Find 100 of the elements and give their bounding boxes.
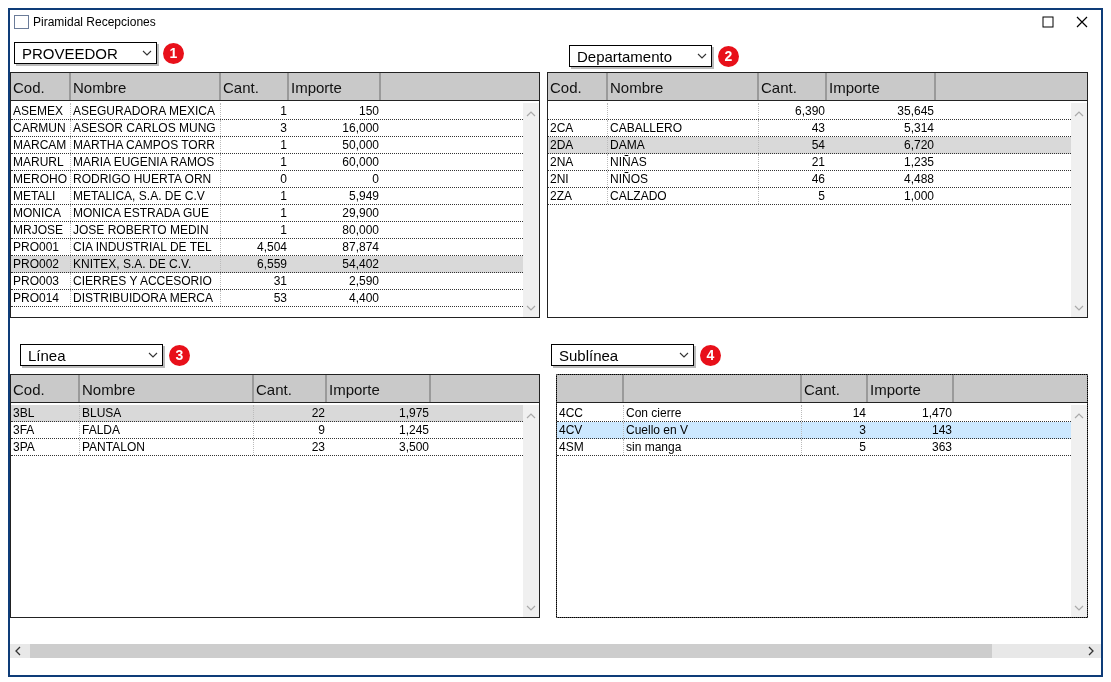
vertical-scrollbar[interactable] <box>1071 405 1087 617</box>
column-header[interactable]: Importe <box>327 375 431 402</box>
table-cell: CIA INDUSTRIAL DE TEL <box>71 239 221 255</box>
chevron-down-icon <box>679 352 689 358</box>
table-row[interactable]: 6,390 35,645 <box>548 103 1071 120</box>
table-cell-text: 3,500 <box>397 439 430 455</box>
vertical-scrollbar[interactable] <box>523 103 539 317</box>
column-header[interactable]: Cant. <box>254 375 327 402</box>
table-row[interactable]: CARMUN ASESOR CARLOS MUNG 3 16,000 <box>11 120 523 137</box>
table-row[interactable]: MRJOSE JOSE ROBERTO MEDIN 1 80,000 <box>11 222 523 239</box>
table-cell-text: 54,402 <box>341 256 380 272</box>
table-row[interactable]: PRO002 KNITEX, S.A. DE C.V. 6,559 54,402 <box>11 256 523 273</box>
table-row[interactable]: MARCAM MARTHA CAMPOS TORR 1 50,000 <box>11 137 523 154</box>
table-cell: Con cierre <box>624 405 802 421</box>
table-cell-text: 1,470 <box>920 405 953 421</box>
dropdown[interactable]: Sublínea <box>551 344 694 366</box>
table-cell-text: 6,390 <box>793 103 826 119</box>
table-cell-text: 35,645 <box>896 103 935 119</box>
table-cell-text: 4,400 <box>347 290 380 306</box>
table-cell-text: 2,590 <box>347 273 380 289</box>
column-header[interactable]: Nombre <box>71 73 221 100</box>
column-header[interactable]: Importe <box>289 73 381 100</box>
column-header[interactable]: Cod. <box>11 375 80 402</box>
table-row[interactable]: MONICA MONICA ESTRADA GUE 1 29,900 <box>11 205 523 222</box>
scroll-left-icon[interactable] <box>14 646 22 656</box>
column-header[interactable]: Cod. <box>548 73 608 100</box>
column-header[interactable]: Importe <box>868 375 954 402</box>
table-cell: CARMUN <box>11 120 71 136</box>
maximize-icon[interactable] <box>1042 16 1054 28</box>
table-cell: NIÑAS <box>608 154 759 170</box>
scroll-right-icon[interactable] <box>1087 646 1095 656</box>
table-row[interactable]: 3FA FALDA 9 1,245 <box>11 422 523 439</box>
column-header[interactable]: Cant. <box>221 73 289 100</box>
table-row[interactable]: 2DA DAMA 54 6,720 <box>548 137 1071 154</box>
table-cell-text: 4,488 <box>902 171 935 187</box>
number-badge: 1 <box>163 42 184 64</box>
table-cell-text: 5 <box>858 439 867 455</box>
table-cell-text: 60,000 <box>341 154 380 170</box>
table-cell: 4CV <box>557 422 624 438</box>
dropdown[interactable]: Línea <box>20 344 163 366</box>
table-row[interactable]: 3BL BLUSA 22 1,975 <box>11 405 523 422</box>
table-cell: METALICA, S.A. DE C.V <box>71 188 221 204</box>
chevron-down-icon <box>142 50 152 56</box>
table-cell: JOSE ROBERTO MEDIN <box>71 222 221 238</box>
table-row[interactable]: PRO003 CIERRES Y ACCESORIO 31 2,590 <box>11 273 523 290</box>
table-row[interactable]: ASEMEX ASEGURADORA MEXICA 1 150 <box>11 103 523 120</box>
table-row[interactable]: 4SM sin manga 5 363 <box>557 439 1071 456</box>
column-header[interactable]: Importe <box>827 73 936 100</box>
table-cell-text: 1,975 <box>397 405 430 421</box>
table-cell-text: 3 <box>279 120 288 136</box>
table-row[interactable]: 3PA PANTALON 23 3,500 <box>11 439 523 456</box>
dropdown[interactable]: PROVEEDOR <box>14 42 157 64</box>
table-cell-text: 43 <box>810 120 826 136</box>
vertical-scrollbar[interactable] <box>1071 103 1087 317</box>
table-row[interactable]: 4CV Cuello en V 3 143 <box>557 422 1071 439</box>
scroll-up-icon[interactable] <box>526 413 536 419</box>
table-row[interactable]: 2NA NIÑAS 21 1,235 <box>548 154 1071 171</box>
table-cell: MONICA <box>11 205 71 221</box>
table-row[interactable]: MEROHO RODRIGO HUERTA ORN 0 0 <box>11 171 523 188</box>
scroll-down-icon[interactable] <box>1074 605 1084 611</box>
vertical-scrollbar[interactable] <box>523 405 539 617</box>
column-header[interactable]: Cant. <box>759 73 827 100</box>
column-header[interactable]: Cod. <box>11 73 71 100</box>
scroll-down-icon[interactable] <box>1074 305 1084 311</box>
scroll-up-icon[interactable] <box>526 111 536 117</box>
close-icon[interactable] <box>1076 16 1088 28</box>
table-cell: PRO002 <box>11 256 71 272</box>
table-cell-text: 5 <box>817 188 826 204</box>
table-row[interactable]: PRO014 DISTRIBUIDORA MERCA 53 4,400 <box>11 290 523 307</box>
table-cell: BLUSA <box>80 405 254 421</box>
scroll-up-icon[interactable] <box>1074 111 1084 117</box>
table-cell-text: 4,504 <box>255 239 288 255</box>
table-cell-text: 1 <box>279 222 288 238</box>
table-cell-text: 363 <box>930 439 953 455</box>
dropdown[interactable]: Departamento <box>569 45 712 67</box>
table-cell-text: 1 <box>279 188 288 204</box>
chevron-down-icon <box>697 53 707 59</box>
table-cell: 3BL <box>11 405 80 421</box>
scroll-down-icon[interactable] <box>526 605 536 611</box>
table-cell-text: 29,900 <box>341 205 380 221</box>
column-header[interactable]: Cant. <box>802 375 868 402</box>
table-cell: PRO014 <box>11 290 71 306</box>
table-row[interactable]: 2ZA CALZADO 5 1,000 <box>548 188 1071 205</box>
table-cell: DAMA <box>608 137 759 153</box>
table-cell: ASEGURADORA MEXICA <box>71 103 221 119</box>
column-header[interactable]: Nombre <box>608 73 759 100</box>
number-badge: 2 <box>718 45 739 67</box>
table-row[interactable]: METALI METALICA, S.A. DE C.V 1 5,949 <box>11 188 523 205</box>
column-header[interactable]: Nombre <box>80 375 254 402</box>
table-cell-text: 5,949 <box>347 188 380 204</box>
table-cell: CIERRES Y ACCESORIO <box>71 273 221 289</box>
table-cell-text: 16,000 <box>341 120 380 136</box>
table-cell-text: 50,000 <box>341 137 380 153</box>
scroll-up-icon[interactable] <box>1074 413 1084 419</box>
table-row[interactable]: 2NI NIÑOS 46 4,488 <box>548 171 1071 188</box>
scroll-down-icon[interactable] <box>526 305 536 311</box>
table-row[interactable]: MARURL MARIA EUGENIA RAMOS 1 60,000 <box>11 154 523 171</box>
table-cell-text: 6,559 <box>255 256 288 272</box>
table-cell: ASEMEX <box>11 103 71 119</box>
table-cell: 2ZA <box>548 188 608 204</box>
